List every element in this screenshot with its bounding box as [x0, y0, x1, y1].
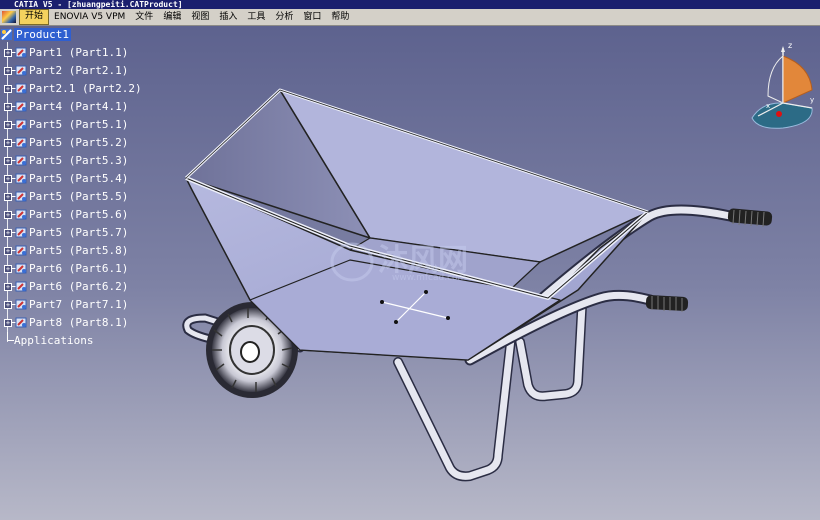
expand-icon[interactable]: +	[4, 246, 12, 255]
catia-logo-icon[interactable]	[2, 11, 16, 23]
tree-part-label: Part1 (Part1.1)	[29, 46, 129, 59]
tree-applications-label: Applications	[14, 334, 94, 347]
tree-part-label: Part5 (Part5.3)	[29, 154, 129, 167]
part-icon	[15, 64, 28, 77]
expand-icon[interactable]: +	[4, 48, 12, 57]
compass-z-label: z	[788, 41, 792, 50]
tree-part-node[interactable]: + Part4 (Part4.1)	[0, 98, 128, 115]
specification-tree: Product1 + Part1 (Part1.1) + Part2 (Part2.1…	[0, 26, 170, 356]
tree-part-label: Part6 (Part6.2)	[29, 280, 129, 293]
tree-part-node[interactable]: + Part8 (Part8.1)	[0, 314, 128, 331]
part-icon	[15, 316, 28, 329]
part-icon	[15, 280, 28, 293]
tree-part-label: Part7 (Part7.1)	[29, 298, 129, 311]
tree-part-label: Part5 (Part5.2)	[29, 136, 129, 149]
menu-start[interactable]: 开始	[19, 9, 50, 25]
tree-part-node[interactable]: + Part6 (Part6.2)	[0, 278, 128, 295]
tree-part-label: Part5 (Part5.4)	[29, 172, 129, 185]
tree-part-label: Part2.1 (Part2.2)	[29, 82, 142, 95]
expand-icon[interactable]: +	[4, 120, 12, 129]
tree-part-label: Part8 (Part8.1)	[29, 316, 129, 329]
expand-icon[interactable]: +	[4, 102, 12, 111]
menu-analyze[interactable]: 分析	[270, 10, 298, 24]
tree-part-node[interactable]: + Part6 (Part6.1)	[0, 260, 128, 277]
tree-part-label: Part6 (Part6.1)	[29, 262, 129, 275]
part-icon	[15, 154, 28, 167]
expand-icon[interactable]: +	[4, 318, 12, 327]
window-title: CATIA V5 - [zhuangpeiti.CATProduct]	[14, 0, 183, 9]
part-icon	[15, 118, 28, 131]
tree-part-label: Part5 (Part5.1)	[29, 118, 129, 131]
compass-icon[interactable]: z x y	[748, 38, 818, 130]
handle-grip-upper[interactable]	[727, 208, 773, 228]
tree-part-node[interactable]: + Part5 (Part5.6)	[0, 206, 128, 223]
menu-window[interactable]: 窗口	[298, 10, 326, 24]
tree-applications[interactable]: Applications	[0, 332, 93, 349]
expand-icon[interactable]: +	[4, 210, 12, 219]
menu-help[interactable]: 帮助	[326, 10, 354, 24]
menu-bar: 开始 ENOVIA V5 VPM 文件 编辑 视图 插入 工具 分析 窗口 帮助	[0, 9, 820, 26]
tree-part-label: Part5 (Part5.7)	[29, 226, 129, 239]
part-icon	[15, 262, 28, 275]
expand-icon[interactable]: +	[4, 228, 12, 237]
tree-part-node[interactable]: + Part5 (Part5.8)	[0, 242, 128, 259]
watermark-subtext: www.mfcad.com	[392, 273, 466, 283]
expand-icon[interactable]: +	[4, 264, 12, 273]
catia-window: CATIA V5 - [zhuangpeiti.CATProduct] 开始 E…	[0, 0, 820, 520]
menu-tools[interactable]: 工具	[242, 10, 270, 24]
part-icon	[15, 100, 28, 113]
tree-part-node[interactable]: + Part5 (Part5.7)	[0, 224, 128, 241]
tree-part-label: Part5 (Part5.8)	[29, 244, 129, 257]
part-icon	[15, 190, 28, 203]
handle-grip-lower[interactable]	[645, 295, 689, 312]
tree-part-node[interactable]: + Part5 (Part5.3)	[0, 152, 128, 169]
tree-part-node[interactable]: + Part5 (Part5.2)	[0, 134, 128, 151]
part-icon	[15, 226, 28, 239]
expand-icon[interactable]: +	[4, 66, 12, 75]
part-icon	[15, 244, 28, 257]
expand-icon[interactable]: +	[4, 84, 12, 93]
expand-icon[interactable]: +	[4, 138, 12, 147]
expand-icon[interactable]: +	[4, 300, 12, 309]
tree-part-label: Part5 (Part5.5)	[29, 190, 129, 203]
expand-icon[interactable]: +	[4, 156, 12, 165]
title-bar: CATIA V5 - [zhuangpeiti.CATProduct]	[0, 0, 820, 9]
part-icon	[15, 46, 28, 59]
menu-insert[interactable]: 插入	[214, 10, 242, 24]
tree-part-label: Part5 (Part5.6)	[29, 208, 129, 221]
menu-file[interactable]: 文件	[130, 10, 158, 24]
menu-view[interactable]: 视图	[186, 10, 214, 24]
expand-icon[interactable]: +	[4, 192, 12, 201]
product-icon	[0, 28, 13, 41]
tree-part-node[interactable]: + Part2 (Part2.1)	[0, 62, 128, 79]
expand-icon[interactable]: +	[4, 282, 12, 291]
menu-edit[interactable]: 编辑	[158, 10, 186, 24]
part-icon	[15, 136, 28, 149]
tree-part-node[interactable]: + Part5 (Part5.1)	[0, 116, 128, 133]
tree-part-node[interactable]: + Part1 (Part1.1)	[0, 44, 128, 61]
tree-part-node[interactable]: + Part7 (Part7.1)	[0, 296, 128, 313]
tree-part-node[interactable]: + Part5 (Part5.5)	[0, 188, 128, 205]
tree-root[interactable]: Product1	[0, 26, 71, 43]
compass-x-label: x	[766, 102, 770, 110]
compass-y-label: y	[810, 96, 814, 104]
tree-part-label: Part2 (Part2.1)	[29, 64, 129, 77]
expand-icon[interactable]: +	[4, 174, 12, 183]
part-icon	[15, 208, 28, 221]
tree-part-node[interactable]: + Part2.1 (Part2.2)	[0, 80, 142, 97]
tree-part-node[interactable]: + Part5 (Part5.4)	[0, 170, 128, 187]
part-icon	[15, 298, 28, 311]
part-icon	[15, 82, 28, 95]
tree-root-label: Product1	[14, 28, 71, 41]
menu-enovia[interactable]: ENOVIA V5 VPM	[49, 10, 130, 24]
tree-part-label: Part4 (Part4.1)	[29, 100, 129, 113]
part-icon	[15, 172, 28, 185]
